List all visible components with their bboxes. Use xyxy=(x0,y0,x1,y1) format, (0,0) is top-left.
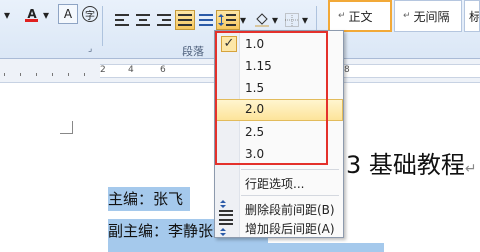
line-spacing-dropdown-icon[interactable]: ▾ xyxy=(238,10,248,30)
align-right-button[interactable] xyxy=(154,10,174,30)
line-spacing-options-item[interactable]: 行距选项... xyxy=(215,172,343,194)
ruler-tick xyxy=(52,73,53,76)
align-center-button[interactable] xyxy=(133,10,153,30)
space-after-icon xyxy=(219,219,233,236)
document-title: 3 基础教程↵ xyxy=(346,151,477,179)
ruler-tick xyxy=(84,73,85,76)
font-color-swatch xyxy=(25,19,38,22)
font-color-dropdown-icon[interactable]: ▾ xyxy=(40,5,52,25)
divider xyxy=(102,6,103,46)
ruler-tick xyxy=(20,73,21,76)
space-before-icon xyxy=(219,200,233,216)
style-no-spacing[interactable]: ↵ 无间隔 xyxy=(394,0,462,32)
font-color-button[interactable]: A xyxy=(22,4,42,24)
highlight-dropdown-icon[interactable]: ▾ xyxy=(0,5,14,25)
annotation-highlight-box xyxy=(215,31,328,165)
paragraph-mark: ↵ xyxy=(464,161,477,177)
shading-dropdown-icon[interactable]: ▾ xyxy=(270,10,280,30)
align-center-icon xyxy=(136,14,150,26)
paint-bucket-icon xyxy=(255,13,269,27)
line-spacing-icon xyxy=(218,14,236,26)
menu-separator xyxy=(241,169,339,170)
editor-line: 主编：张飞↵ xyxy=(108,187,190,231)
align-right-icon xyxy=(157,14,171,26)
borders-icon xyxy=(285,13,299,27)
ruler-number: 6 xyxy=(160,65,166,75)
align-left-button[interactable] xyxy=(112,10,132,30)
margin-corner-mark xyxy=(72,121,73,134)
style-normal[interactable]: ↵ 正文 xyxy=(328,0,392,32)
font-dialog-launcher-icon[interactable]: ⌟ xyxy=(88,44,92,54)
justify-button[interactable] xyxy=(175,10,195,30)
add-space-after-item[interactable]: 增加段后间距(A) xyxy=(215,217,343,239)
ruler-tick xyxy=(68,73,69,76)
character-border-button[interactable]: A xyxy=(58,4,78,24)
borders-dropdown-icon[interactable]: ▾ xyxy=(300,10,310,30)
distributed-icon xyxy=(199,14,213,26)
align-left-icon xyxy=(115,14,129,26)
style-heading[interactable]: 标 xyxy=(464,0,480,32)
ruler-number: 4 xyxy=(128,65,134,75)
borders-button[interactable] xyxy=(282,10,302,30)
enclose-character-icon: 字 xyxy=(82,6,98,22)
selection-highlight xyxy=(108,243,384,252)
styles-gallery: ↵ 正文 ↵ 无间隔 标 xyxy=(318,0,480,34)
ruler-number: 8 xyxy=(344,65,350,75)
enclose-character-button[interactable]: 字 xyxy=(80,4,100,24)
shading-button[interactable] xyxy=(252,10,272,30)
distributed-button[interactable] xyxy=(196,10,216,30)
ruler-tick xyxy=(4,73,5,76)
character-border-icon: A xyxy=(63,7,73,21)
ruler-number: 2 xyxy=(100,65,106,75)
line-spacing-button[interactable] xyxy=(216,10,240,30)
menu-separator xyxy=(241,195,339,196)
margin-corner-mark xyxy=(60,133,72,134)
paragraph-group-label: 段落 xyxy=(182,45,204,58)
ruler-tick xyxy=(36,73,37,76)
justify-icon xyxy=(178,14,192,26)
